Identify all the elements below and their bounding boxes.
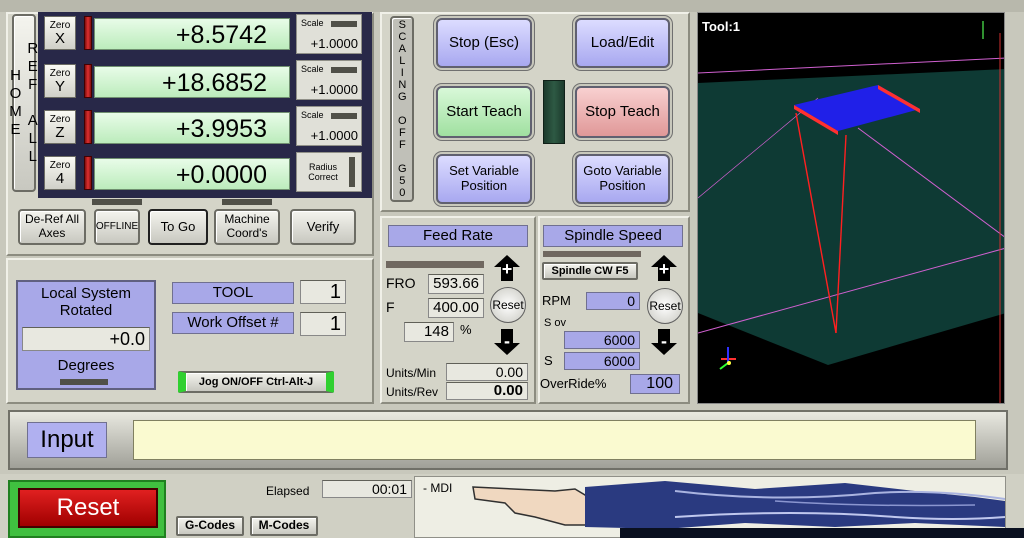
deref-all-axes-button[interactable]: De-Ref All Axes <box>18 209 86 245</box>
units-rev-value: 0.00 <box>446 382 528 400</box>
rpm-value: 0 <box>586 292 640 310</box>
spindle-minus-glyph: - <box>661 331 667 351</box>
spindle-plus-button[interactable]: + <box>650 254 678 282</box>
stop-teach-button[interactable]: Stop Teach <box>575 86 670 138</box>
local-system-title: Local System Rotated <box>40 285 132 319</box>
feed-rate-title: Feed Rate <box>388 225 528 247</box>
y-dro-value[interactable]: +18.6852 <box>94 66 290 98</box>
offline-led <box>92 199 142 205</box>
units-rev-label: Units/Rev <box>386 385 439 399</box>
mdi-input-field[interactable] <box>133 420 976 460</box>
4-axis-led <box>84 156 92 190</box>
zero-z-button[interactable]: Zero Z <box>44 110 76 144</box>
feed-plus-glyph: + <box>501 259 513 279</box>
g-codes-button[interactable]: G-Codes <box>176 516 244 536</box>
feed-minus-button[interactable]: - <box>493 328 521 356</box>
tool-value[interactable]: 1 <box>300 280 346 304</box>
elapsed-value: 00:01 <box>322 480 412 498</box>
z-scale[interactable]: Scale +1.0000 <box>296 106 362 146</box>
spindle-minus-button[interactable]: - <box>650 328 678 356</box>
spindle-plus-glyph: + <box>658 259 670 279</box>
top-strip <box>0 0 1024 12</box>
x-axis-led <box>84 16 92 50</box>
sov-label: S ov <box>544 317 567 329</box>
4-dro-value[interactable]: +0.0000 <box>94 158 290 190</box>
zero-4-button[interactable]: Zero 4 <box>44 156 76 190</box>
y-axis-led <box>84 64 92 98</box>
work-offset-label: Work Offset # <box>172 312 294 334</box>
stop-esc-button[interactable]: Stop (Esc) <box>436 18 532 68</box>
start-teach-button[interactable]: Start Teach <box>436 86 532 138</box>
f-label: F <box>386 299 395 315</box>
override-value[interactable]: 100 <box>630 374 680 394</box>
toolpath-canvas <box>698 21 1004 403</box>
percent-unit: % <box>460 322 472 337</box>
sov-value[interactable]: 6000 <box>564 331 640 349</box>
spindle-cw-button[interactable]: Spindle CW F5 <box>542 262 638 280</box>
feed-override-percent[interactable]: 148 <box>404 322 454 342</box>
fro-value[interactable]: 593.66 <box>428 274 484 294</box>
rpm-label: RPM <box>542 293 571 308</box>
spindle-led <box>543 251 641 257</box>
spindle-reset-button[interactable]: Reset <box>647 288 683 324</box>
verify-button[interactable]: Verify <box>290 209 356 245</box>
m-codes-button[interactable]: M-Codes <box>250 516 318 536</box>
units-min-value: 0.00 <box>446 363 528 381</box>
bottom-right-corner <box>620 528 1024 538</box>
scaling-indicator: SCALING OFF G50 <box>390 16 414 202</box>
tool-label: TOOL <box>172 282 294 304</box>
rotation-value[interactable]: +0.0 <box>22 327 150 351</box>
machine-coords-button[interactable]: Machine Coord's <box>214 209 280 245</box>
toolpath-tool-label: Tool:1 <box>702 19 741 34</box>
s-label: S <box>544 353 553 368</box>
s-value[interactable]: 6000 <box>564 352 640 370</box>
fro-label: FRO <box>386 275 416 291</box>
zero-y-button[interactable]: Zero Y <box>44 64 76 98</box>
feed-led <box>386 261 484 268</box>
jog-toggle-button[interactable]: Jog ON/OFF Ctrl-Alt-J <box>178 371 334 393</box>
degrees-led <box>60 379 108 385</box>
to-go-button[interactable]: To Go <box>148 209 208 245</box>
z-axis-led <box>84 110 92 144</box>
goto-variable-position-button[interactable]: Goto Variable Position <box>575 154 670 204</box>
radius-correct[interactable]: Radius Correct <box>296 152 362 192</box>
set-variable-position-button[interactable]: Set Variable Position <box>436 154 532 204</box>
zero-x-button[interactable]: Zero X <box>44 16 76 50</box>
feed-plus-button[interactable]: + <box>493 254 521 282</box>
z-dro-value[interactable]: +3.9953 <box>94 112 290 144</box>
mdi-label: - MDI <box>423 481 453 495</box>
work-offset-value[interactable]: 1 <box>300 312 346 336</box>
feed-reset-button[interactable]: Reset <box>490 287 526 323</box>
degrees-label: Degrees <box>57 357 115 374</box>
offline-button[interactable]: OFFLINE <box>94 209 140 245</box>
input-label: Input <box>27 422 107 458</box>
toolpath-view[interactable]: Tool:1 <box>697 12 1005 404</box>
units-min-label: Units/Min <box>386 366 437 380</box>
x-scale[interactable]: Scale +1.0000 <box>296 14 362 54</box>
load-edit-button[interactable]: Load/Edit <box>575 18 670 68</box>
y-scale[interactable]: Scale +1.0000 <box>296 60 362 100</box>
feed-minus-glyph: - <box>504 331 510 351</box>
teach-led <box>543 80 565 144</box>
ref-all-home-button[interactable]: REF ALL HOME <box>7 14 41 192</box>
x-dro-value[interactable]: +8.5742 <box>94 18 290 50</box>
machine-coord-led <box>222 199 272 205</box>
override-label: OverRide% <box>540 376 607 391</box>
elapsed-label: Elapsed <box>266 484 310 498</box>
f-value[interactable]: 400.00 <box>428 298 484 318</box>
reset-button[interactable]: Reset <box>18 488 158 528</box>
spindle-speed-title: Spindle Speed <box>543 225 683 247</box>
